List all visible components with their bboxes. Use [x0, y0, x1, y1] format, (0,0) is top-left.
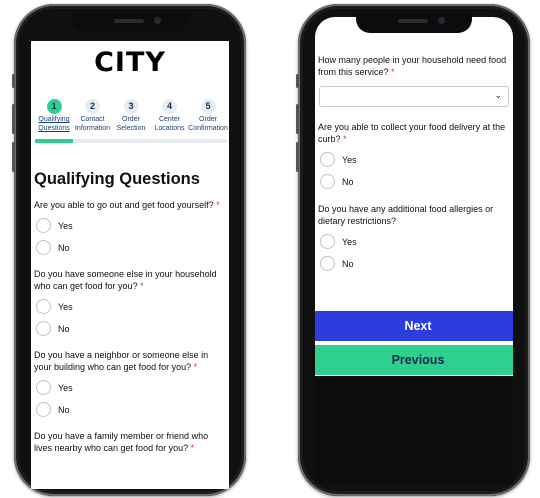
- step-number: 2: [85, 99, 100, 114]
- step-contact-information[interactable]: 2 Contact Information: [74, 99, 112, 133]
- radio-button[interactable]: [320, 152, 335, 167]
- option-label: Yes: [58, 301, 73, 312]
- option-yes[interactable]: Yes: [36, 380, 229, 395]
- option-label: Yes: [58, 220, 73, 231]
- option-label: No: [58, 404, 70, 415]
- volume-up-button: [296, 104, 299, 134]
- option-label: No: [58, 242, 70, 253]
- mute-switch: [12, 74, 15, 88]
- question-household-size: How many people in your household need f…: [318, 55, 507, 77]
- chevron-down-icon: ⌄: [494, 90, 502, 100]
- household-size-select[interactable]: ⌄: [319, 86, 509, 107]
- step-label: Qualifying Questions: [38, 116, 70, 132]
- radio-button[interactable]: [36, 299, 51, 314]
- required-mark: *: [193, 362, 198, 372]
- step-number: 3: [123, 99, 139, 114]
- option-no[interactable]: No: [36, 240, 229, 255]
- radio-button[interactable]: [320, 234, 335, 249]
- option-label: No: [58, 323, 70, 334]
- radio-button[interactable]: [320, 256, 335, 271]
- radio-button[interactable]: [320, 174, 335, 189]
- progress-fill: [35, 139, 74, 143]
- option-label: No: [342, 176, 354, 187]
- speaker: [398, 19, 428, 23]
- step-label: Order Selection: [116, 116, 146, 132]
- option-no[interactable]: No: [320, 174, 513, 189]
- option-yes[interactable]: Yes: [320, 234, 513, 249]
- step-indicator: 1 Qualifying Questions 2 Contact Informati…: [31, 83, 229, 133]
- phone-right: How many people in your household need f…: [296, 4, 530, 496]
- radio-button[interactable]: [36, 380, 51, 395]
- phone-left: CITY 1 Qualifying Questions 2 Contact Info…: [12, 4, 246, 496]
- option-no[interactable]: No: [36, 402, 229, 417]
- notch: [356, 13, 472, 33]
- radio-button[interactable]: [36, 402, 51, 417]
- question-go-out: Are you able to go out and get food your…: [34, 200, 220, 210]
- option-label: Yes: [58, 382, 73, 393]
- option-label: Yes: [342, 154, 357, 165]
- radio-button[interactable]: [36, 240, 51, 255]
- screen-blank-area: [315, 376, 513, 484]
- option-yes[interactable]: Yes: [320, 152, 513, 167]
- previous-button[interactable]: Previous: [315, 345, 513, 375]
- option-yes[interactable]: Yes: [36, 218, 229, 233]
- camera-icon: [154, 17, 161, 24]
- question-allergies: Do you have any additional food allergie…: [318, 204, 494, 226]
- step-center-locations[interactable]: 4 Center Locations: [151, 99, 189, 133]
- volume-down-button: [296, 142, 299, 172]
- radio-button[interactable]: [36, 321, 51, 336]
- required-mark: *: [190, 443, 195, 453]
- next-button[interactable]: Next: [315, 311, 513, 341]
- step-label: Order Confirmation: [188, 116, 228, 132]
- option-no[interactable]: No: [36, 321, 229, 336]
- required-mark: *: [343, 134, 347, 144]
- volume-down-button: [12, 142, 15, 172]
- screen-left: CITY 1 Qualifying Questions 2 Contact Info…: [31, 41, 229, 489]
- step-order-confirmation[interactable]: 5 Order Confirmation: [188, 99, 228, 133]
- question-household: Do you have someone else in your househo…: [34, 269, 217, 291]
- screen-right: How many people in your household need f…: [315, 17, 513, 376]
- option-yes[interactable]: Yes: [36, 299, 229, 314]
- step-number: 5: [200, 99, 216, 114]
- mute-switch: [296, 74, 299, 88]
- required-mark: *: [140, 281, 144, 291]
- question-family-friend: Do you have a family member or friend wh…: [34, 431, 209, 453]
- camera-icon: [438, 17, 445, 24]
- step-qualifying-questions[interactable]: 1 Qualifying Questions: [35, 99, 73, 133]
- volume-up-button: [12, 104, 15, 134]
- radio-button[interactable]: [36, 218, 51, 233]
- question-neighbor: Do you have a neighbor or someone else i…: [34, 350, 209, 372]
- step-number: 1: [46, 99, 62, 114]
- notch: [72, 13, 188, 33]
- option-no[interactable]: No: [320, 256, 513, 271]
- progress-bar: [35, 139, 227, 143]
- step-order-selection[interactable]: 3 Order Selection: [112, 99, 150, 133]
- question-curbside: Are you able to collect your food delive…: [318, 122, 506, 144]
- option-label: No: [342, 258, 354, 269]
- speaker: [114, 19, 144, 23]
- required-mark: *: [391, 67, 395, 77]
- city-logo: CITY: [94, 47, 166, 78]
- section-title: Qualifying Questions: [34, 170, 200, 188]
- required-mark: *: [216, 200, 220, 210]
- option-label: Yes: [342, 236, 357, 247]
- step-label: Contact Information: [74, 116, 111, 132]
- step-label: Center Locations: [154, 116, 185, 132]
- step-number: 4: [162, 99, 177, 114]
